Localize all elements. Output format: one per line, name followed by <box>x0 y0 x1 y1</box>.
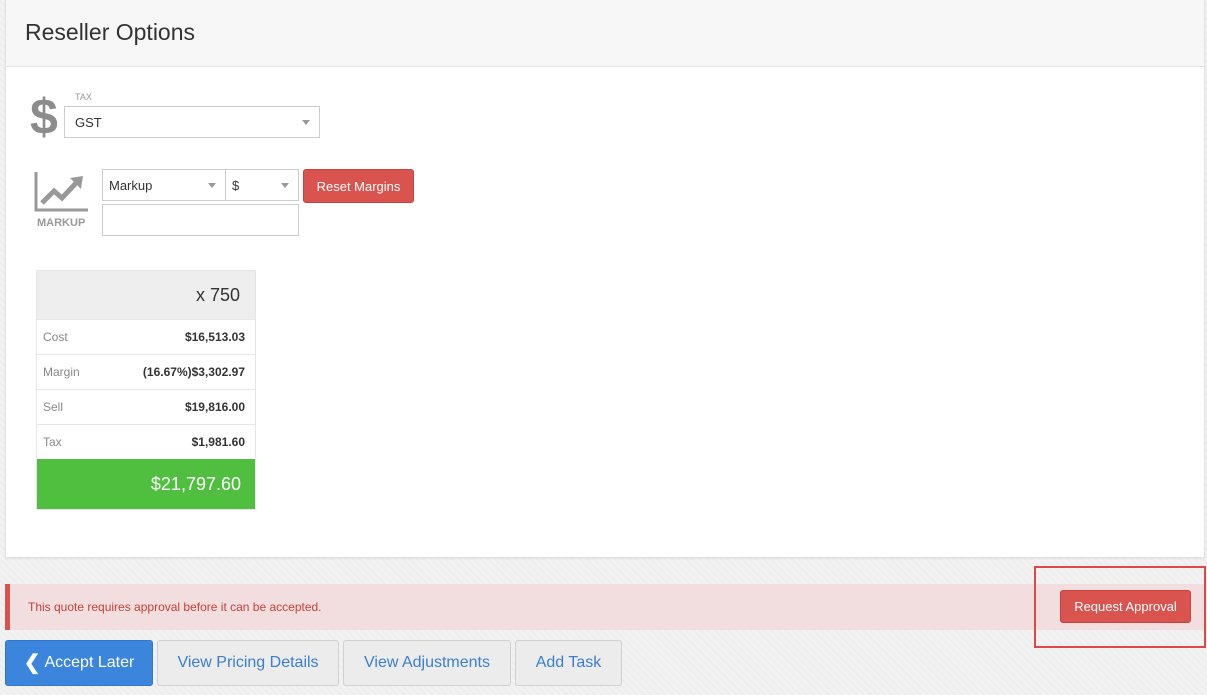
accept-later-label: Accept Later <box>44 654 135 671</box>
tax-select[interactable]: GST <box>64 106 320 138</box>
add-task-button[interactable]: Add Task <box>515 640 622 686</box>
pricing-row-sell: Sell $19,816.00 <box>37 389 255 424</box>
accept-later-button[interactable]: ❮ Accept Later <box>5 640 153 686</box>
markup-type-value: Markup <box>109 177 153 193</box>
markup-amount-input[interactable] <box>102 204 299 236</box>
pricing-row-value: $1,981.60 <box>191 435 245 449</box>
pricing-summary: x 750 Cost $16,513.03 Margin (16.67%)$3,… <box>36 270 256 510</box>
view-adjustments-button[interactable]: View Adjustments <box>343 640 511 686</box>
currency-select[interactable]: $ <box>225 169 299 201</box>
quantity-header: x 750 <box>37 271 255 319</box>
pricing-row-label: Margin <box>43 365 80 379</box>
alert-message: This quote requires approval before it c… <box>28 600 322 614</box>
pricing-row-tax: Tax $1,981.60 <box>37 424 255 459</box>
markup-type-select[interactable]: Markup <box>102 169 226 201</box>
pricing-row-value: $16,513.03 <box>184 330 245 344</box>
page-title: Reseller Options <box>25 18 196 45</box>
pricing-row-label: Tax <box>43 435 62 449</box>
pricing-row-label: Sell <box>43 400 64 414</box>
tax-label: TAX <box>75 92 92 102</box>
chevron-left-icon: ❮ <box>23 651 41 674</box>
currency-value: $ <box>232 177 240 193</box>
markup-label: MARKUP <box>37 217 86 229</box>
chart-trend-icon <box>34 172 88 212</box>
view-pricing-details-button[interactable]: View Pricing Details <box>157 640 339 686</box>
chevron-down-icon <box>302 120 310 125</box>
chevron-down-icon <box>208 183 216 188</box>
pricing-total: $21,797.60 <box>37 459 255 509</box>
pricing-row-value: (16.67%)$3,302.97 <box>142 365 245 379</box>
tax-select-value: GST <box>75 114 102 130</box>
highlight-box <box>1034 566 1206 648</box>
dollar-icon: $ <box>30 89 58 145</box>
pricing-row-cost: Cost $16,513.03 <box>37 319 255 354</box>
chevron-down-icon <box>281 183 289 188</box>
pricing-row-label: Cost <box>43 330 68 344</box>
pricing-row-margin: Margin (16.67%)$3,302.97 <box>37 354 255 389</box>
reset-margins-button[interactable]: Reset Margins <box>303 169 414 203</box>
approval-alert: This quote requires approval before it c… <box>5 584 1205 630</box>
panel-header: Reseller Options <box>6 0 1204 67</box>
pricing-row-value: $19,816.00 <box>184 400 245 414</box>
